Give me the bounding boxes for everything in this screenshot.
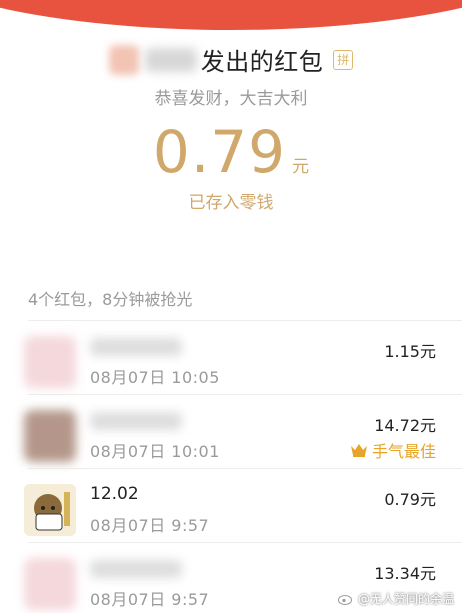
packet-summary: 4个红包，8分钟被抢光 [28,290,193,309]
sender-inner: 发出的红包 拼 [108,42,354,77]
divider [28,320,462,321]
sender-row: 发出的红包 拼 [0,42,462,78]
record-amount: 1.15元 [384,342,436,361]
sender-avatar [108,44,139,75]
best-luck-label: 手气最佳 [371,442,436,461]
record-time: 08月07日 10:05 [90,368,220,387]
name-redacted [90,560,182,578]
record-amount: 13.34元 [374,564,436,583]
name-redacted [90,412,182,430]
red-packet-detail-page: 发出的红包 拼 恭喜发财，大吉大利 0.79 元 已存入零钱 4个红包，8分钟被抢… [0,0,462,613]
watermark-text: @无人赞同的余温 [357,592,454,606]
record-amount: 0.79元 [384,490,436,509]
received-amount: 0.79 [152,118,287,186]
weibo-icon [337,594,352,605]
avatar [24,484,76,536]
crown-icon [350,444,367,457]
record-amount: 14.72元 [374,416,436,435]
divider [28,394,462,395]
record-row[interactable]: 12.02 08月07日 9:57 0.79元 [0,472,462,544]
amount-unit: 元 [292,157,310,177]
greeting-text: 恭喜发财，大吉大利 [154,89,308,109]
record-row[interactable]: 08月07日 10:01 14.72元 手气最佳 [0,398,462,470]
avatar [24,558,76,610]
cartoon-avatar-icon [24,484,76,536]
name-redacted [90,338,182,356]
sender-title: 发出的红包 [200,48,324,76]
amount-row: 0.79 元 [0,118,462,186]
best-luck-badge: 手气最佳 [350,438,436,462]
avatar [24,336,76,388]
record-time: 08月07日 10:01 [90,442,220,461]
avatar [24,410,76,462]
header-red-arc [0,0,462,30]
record-row[interactable]: 08月07日 10:05 1.15元 [0,324,462,396]
record-name: 12.02 [90,484,139,504]
pin-icon: 拼 [333,49,354,70]
saved-to-balance-link[interactable]: 已存入零钱 [0,188,462,213]
record-time: 08月07日 9:57 [90,590,210,609]
divider [28,542,462,543]
divider [28,468,462,469]
record-time: 08月07日 9:57 [90,516,210,535]
watermark: @无人赞同的余温 [337,590,454,607]
sender-name-redacted [144,47,197,72]
